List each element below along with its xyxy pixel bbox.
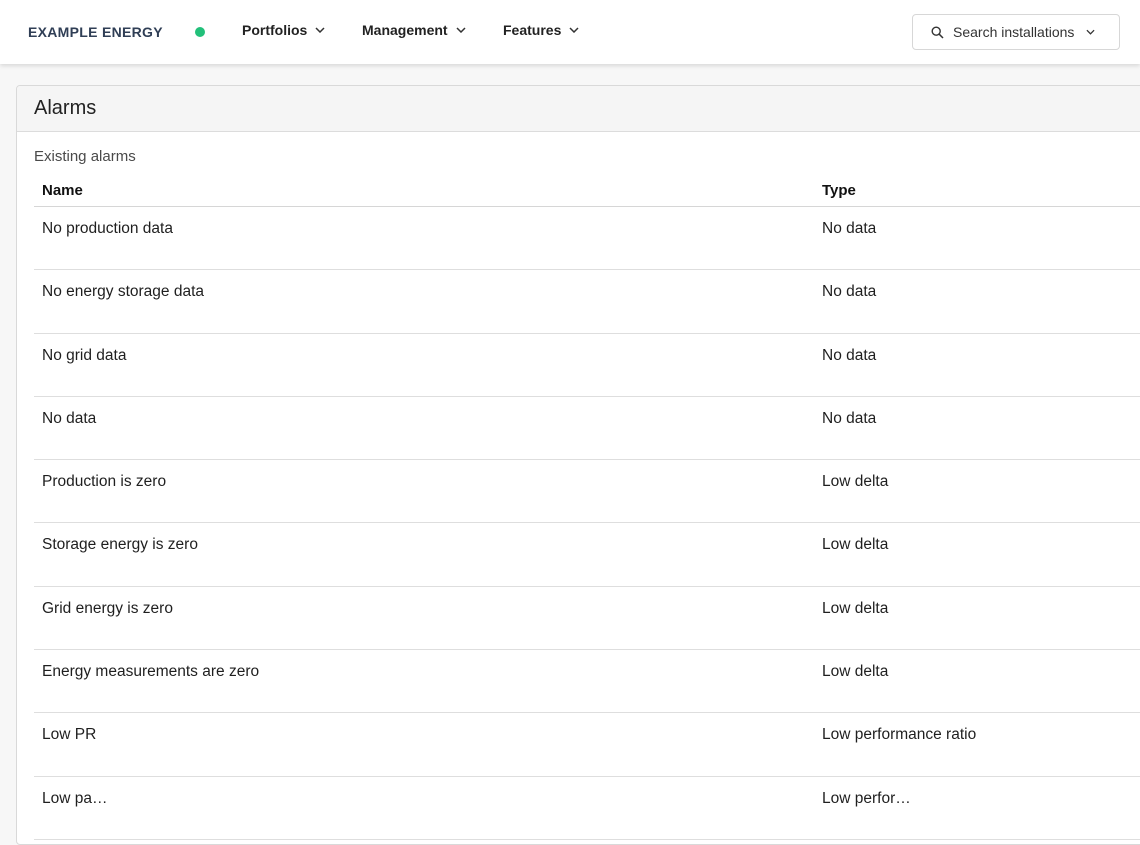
chevron-down-icon [569,27,579,33]
card-header: Alarms [17,86,1140,132]
alarm-type-cell: Low performance ratio [822,726,977,744]
chevron-down-icon [1086,29,1095,35]
table-header-row: Name Type [34,174,1140,207]
table-row[interactable]: No grid data No data [34,334,1140,397]
alarm-type-cell: No data [822,346,877,364]
alarm-type-cell: No data [822,283,877,301]
alarm-name-cell: Energy measurements are zero [42,663,260,681]
chevron-down-icon [315,27,325,33]
top-navigation-bar: EXAMPLE ENERGY Portfolios Management Fea… [0,0,1140,64]
alarm-type-cell: Low delta [822,599,889,617]
alarm-name-cell: No data [42,409,97,427]
table-row[interactable]: No production data No data [34,207,1140,271]
alarm-name-cell: Production is zero [42,473,167,491]
alarm-type-cell: Low delta [822,536,889,554]
table-row[interactable]: Low PR Low performance ratio [34,713,1140,777]
alarm-name-cell: Storage energy is zero [42,536,198,554]
table-row[interactable]: Energy measurements are zero Low delta [34,650,1140,714]
nav-portfolios-label: Portfolios [242,22,308,38]
nav-portfolios-dropdown[interactable]: Portfolios [242,22,325,38]
alarm-name-cell: No grid data [42,346,127,364]
alarm-name-cell: Grid energy is zero [42,599,173,617]
alarms-card: Alarms Existing alarms Name Type No prod… [16,85,1140,845]
alarm-type-cell: Low delta [822,663,889,681]
alarm-type-cell: Low perfor… [822,789,911,807]
column-header-type[interactable]: Type [822,182,856,199]
brand-logo-text[interactable]: EXAMPLE ENERGY [28,24,163,40]
table-row[interactable]: Storage energy is zero Low delta [34,523,1140,587]
nav-features-label: Features [503,22,562,38]
column-header-name[interactable]: Name [42,182,83,199]
search-placeholder: Search installations [953,24,1075,40]
alarm-name-cell: No energy storage data [42,283,204,301]
table-row[interactable]: Grid energy is zero Low delta [34,587,1140,651]
alarm-name-cell: No production data [42,220,173,237]
nav-management-label: Management [362,22,448,38]
alarm-type-cell: No data [822,409,877,427]
search-icon [931,25,944,39]
nav-features-dropdown[interactable]: Features [503,22,579,38]
nav-management-dropdown[interactable]: Management [362,22,466,38]
alarm-type-cell: Low delta [822,473,889,491]
table-row[interactable]: Production is zero Low delta [34,460,1140,524]
table-row[interactable]: Low pa… Low perfor… [34,777,1140,840]
page-title: Alarms [34,97,97,119]
chevron-down-icon [456,27,466,33]
search-installations-dropdown[interactable]: Search installations [912,14,1120,50]
section-label: Existing alarms [34,148,136,165]
table-row[interactable]: No data No data [34,397,1140,461]
status-indicator-dot [195,27,205,37]
table-row[interactable]: No energy storage data No data [34,270,1140,334]
alarm-name-cell: Low PR [42,726,97,744]
alarm-name-cell: Low pa… [42,789,108,807]
alarms-table: Name Type No production data No data No … [34,174,1140,840]
alarm-type-cell: No data [822,220,877,237]
